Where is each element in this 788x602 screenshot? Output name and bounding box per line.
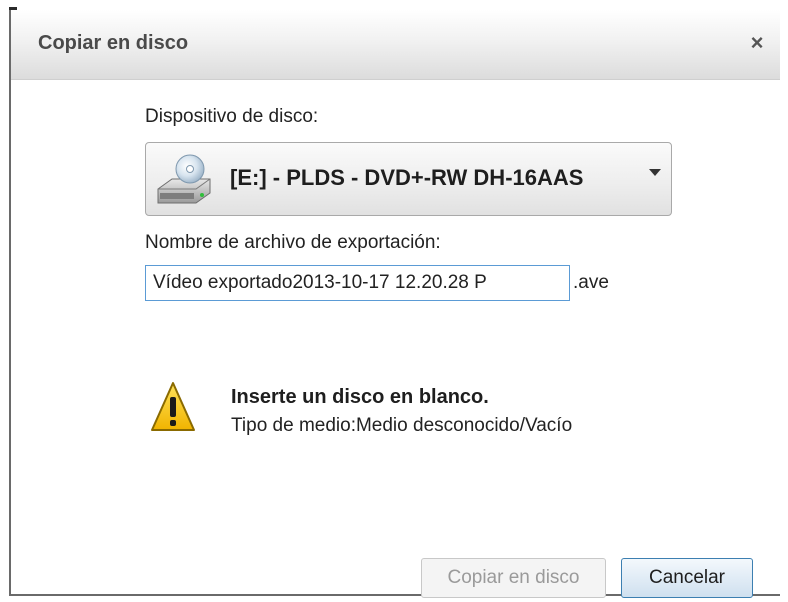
warning-title: Inserte un disco en blanco.: [231, 386, 489, 408]
copy-to-disc-button[interactable]: Copiar en disco: [421, 558, 606, 598]
file-extension: .ave: [573, 272, 609, 293]
dialog-title: Copiar en disco: [38, 32, 189, 54]
title-bar: Copiar en disco ×: [11, 10, 780, 80]
device-selected-value: [E:] - PLDS - DVD+-RW DH-16AAS: [230, 165, 584, 190]
close-icon[interactable]: ×: [742, 28, 772, 58]
copy-to-disc-dialog: Copiar en disco × Dispositivo de disco:: [9, 10, 780, 598]
disc-drive-icon: [157, 154, 211, 204]
export-filename-label: Nombre de archivo de exportación:: [145, 232, 441, 253]
export-filename-input[interactable]: [145, 265, 570, 301]
cancel-button[interactable]: Cancelar: [621, 558, 753, 598]
device-dropdown[interactable]: [E:] - PLDS - DVD+-RW DH-16AAS: [145, 142, 672, 216]
chevron-down-icon: [649, 169, 661, 176]
warning-message: Tipo de medio:Medio desconocido/Vacío: [231, 415, 573, 436]
warning-icon: [151, 382, 195, 431]
device-label: Dispositivo de disco:: [145, 106, 319, 127]
